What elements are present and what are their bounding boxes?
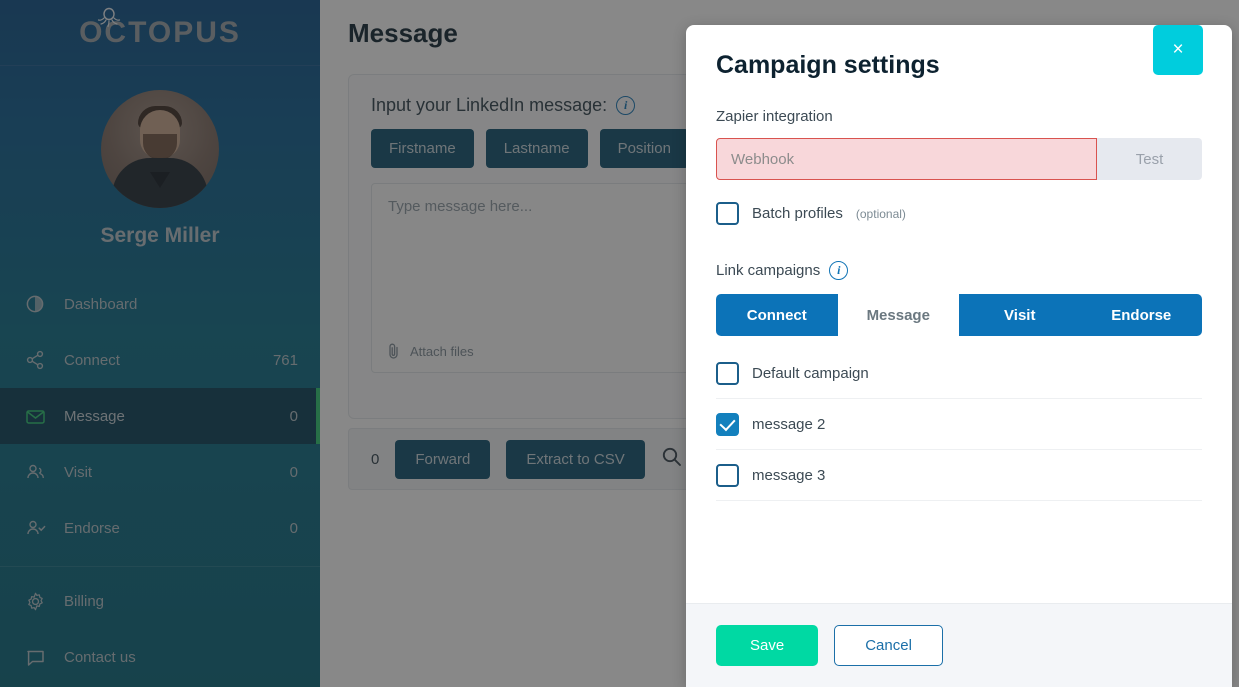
batch-profiles-label: Batch profiles: [752, 205, 843, 222]
campaign-checkbox[interactable]: [716, 463, 739, 487]
batch-profiles-optional: (optional): [855, 206, 906, 221]
zapier-integration-label: Zapier integration: [716, 108, 833, 125]
campaign-type-tabs: Connect Message Visit Endorse: [716, 294, 1202, 336]
tab-connect[interactable]: Connect: [716, 294, 838, 336]
modal-footer: Save Cancel: [686, 603, 1232, 687]
test-webhook-button[interactable]: Test: [1097, 138, 1202, 180]
list-item[interactable]: message 3: [716, 450, 1202, 501]
campaign-label: Default campaign: [752, 364, 869, 382]
save-button[interactable]: Save: [716, 625, 819, 666]
link-campaigns-header: Link campaigns i: [716, 261, 1202, 280]
campaign-list: Default campaign message 2 message 3: [716, 348, 1202, 501]
cancel-button[interactable]: Cancel: [834, 625, 943, 666]
modal-title: Campaign settings: [716, 51, 940, 79]
campaign-label: message 3: [752, 466, 826, 484]
campaign-settings-modal: × Campaign settings Zapier integration T…: [686, 25, 1232, 687]
tab-visit[interactable]: Visit: [959, 294, 1081, 336]
list-item[interactable]: message 2: [716, 399, 1202, 450]
webhook-input[interactable]: [716, 138, 1097, 180]
batch-profiles-checkbox[interactable]: [716, 202, 739, 225]
modal-body: Campaign settings Zapier integration Tes…: [686, 25, 1232, 501]
campaign-checkbox[interactable]: [716, 412, 739, 436]
campaign-checkbox[interactable]: [716, 361, 739, 385]
list-item[interactable]: Default campaign: [716, 348, 1202, 399]
close-icon[interactable]: ×: [1153, 25, 1203, 75]
tab-endorse[interactable]: Endorse: [1081, 294, 1203, 336]
tab-message[interactable]: Message: [837, 294, 959, 336]
link-campaigns-label: Link campaigns: [716, 262, 821, 279]
info-icon[interactable]: i: [829, 261, 849, 280]
campaign-label: message 2: [752, 415, 826, 433]
batch-profiles-row[interactable]: Batch profiles (optional): [716, 202, 1202, 225]
webhook-row: Test: [716, 138, 1202, 180]
app-root: Message Input your LinkedIn message: i F…: [0, 0, 1239, 687]
